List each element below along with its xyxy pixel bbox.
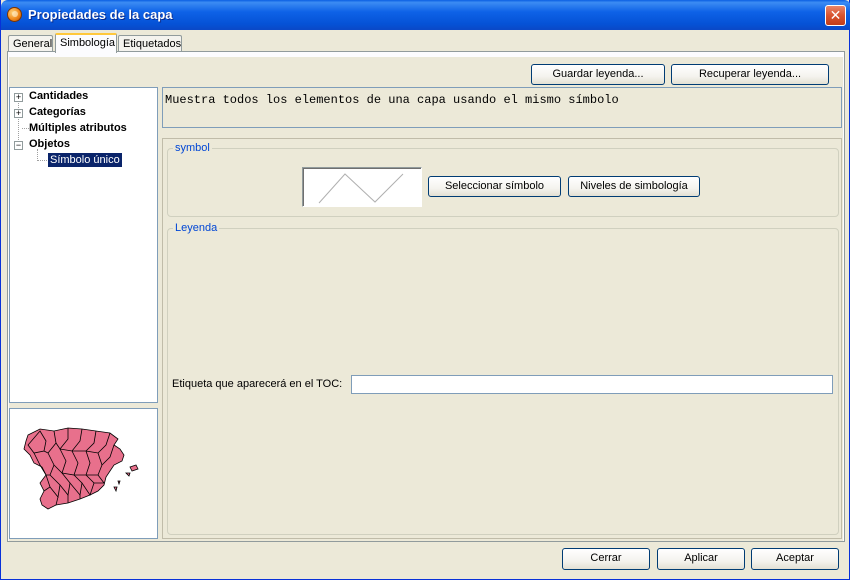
- tree-item-simbolo-unico[interactable]: Símbolo único: [48, 153, 122, 167]
- title-bar: Propiedades de la capa ✕: [1, 0, 850, 30]
- close-window-button[interactable]: ✕: [825, 5, 846, 26]
- tree-item-cantidades[interactable]: Cantidades: [29, 90, 88, 102]
- collapse-objetos-icon[interactable]: −: [14, 141, 23, 150]
- toc-label: Etiqueta que aparecerá en el TOC:: [172, 378, 343, 390]
- tree-line: [22, 128, 29, 129]
- tree-item-categorias[interactable]: Categorías: [29, 106, 86, 118]
- line-symbol-icon: [318, 173, 404, 204]
- symbology-levels-button[interactable]: Niveles de simbología: [568, 176, 700, 197]
- spain-map-thumbnail: [23, 427, 139, 510]
- app-logo-icon: [7, 7, 22, 22]
- layer-properties-dialog: Propiedades de la capa ✕ General Simbolo…: [0, 0, 850, 580]
- symbol-group-title: symbol: [173, 142, 212, 154]
- expand-cantidades-icon[interactable]: +: [14, 93, 23, 102]
- tab-etiquetados[interactable]: Etiquetados: [118, 35, 182, 52]
- select-symbol-button[interactable]: Seleccionar símbolo: [428, 176, 561, 197]
- tab-general[interactable]: General: [8, 35, 53, 52]
- apply-button[interactable]: Aplicar: [657, 548, 745, 570]
- legend-type-tree: + Cantidades + Categorías Múltiples atri…: [9, 87, 158, 403]
- save-legend-button[interactable]: Guardar leyenda...: [531, 64, 665, 85]
- legend-description: Muestra todos los elementos de una capa …: [165, 93, 619, 107]
- expand-categorias-icon[interactable]: +: [14, 109, 23, 118]
- legend-group-title: Leyenda: [173, 222, 220, 234]
- close-button[interactable]: Cerrar: [562, 548, 650, 570]
- load-legend-button[interactable]: Recuperar leyenda...: [671, 64, 829, 85]
- tree-line: [18, 96, 19, 144]
- accept-button[interactable]: Aceptar: [751, 548, 839, 570]
- description-box: Muestra todos los elementos de una capa …: [162, 87, 842, 128]
- tab-simbologia[interactable]: Simbología: [55, 33, 117, 53]
- tree-item-multiples-atributos[interactable]: Múltiples atributos: [29, 122, 127, 134]
- window-title: Propiedades de la capa: [28, 7, 173, 22]
- layer-preview: [9, 408, 158, 539]
- symbol-preview[interactable]: [302, 167, 422, 207]
- toc-label-input[interactable]: [351, 375, 833, 394]
- tree-item-objetos[interactable]: Objetos: [29, 138, 70, 150]
